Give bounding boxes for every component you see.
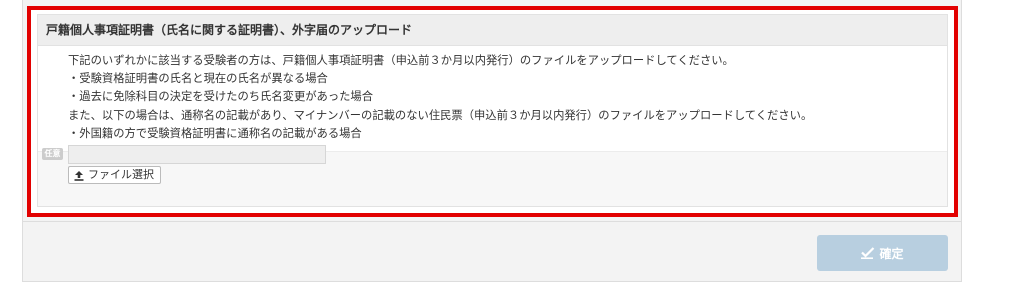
check-icon (861, 247, 875, 259)
file-select-label: ファイル選択 (88, 168, 154, 181)
section-title: 戸籍個人事項証明書（氏名に関する証明書）、外字届のアップロード (38, 15, 947, 46)
footer-divider (22, 221, 962, 222)
description-line: また、以下の場合は、通称名の記載があり、マイナンバーの記載のない住民票（申込前３… (68, 108, 813, 122)
confirm-button[interactable]: 確定 (817, 235, 948, 271)
description-line: ・過去に免除科目の決定を受けたのち氏名変更があった場合 (68, 90, 374, 104)
upload-row: 任意 ファイル選択 (38, 135, 947, 207)
description-line: 下記のいずれかに該当する受験者の方は、戸籍個人事項証明書（申込前３か月以内発行）… (68, 54, 734, 67)
file-select-button[interactable]: ファイル選択 (68, 166, 161, 184)
confirm-label: 確定 (879, 246, 904, 261)
description-line: ・受験資格証明書の氏名と現在の氏名が異なる場合 (68, 72, 328, 86)
upload-section: 戸籍個人事項証明書（氏名に関する証明書）、外字届のアップロード 下記のいずれかに… (37, 14, 948, 207)
upload-icon (74, 170, 84, 181)
file-name-field[interactable] (68, 145, 326, 164)
optional-badge: 任意 (42, 148, 63, 160)
highlight-frame: 戸籍個人事項証明書（氏名に関する証明書）、外字届のアップロード 下記のいずれかに… (27, 6, 958, 217)
